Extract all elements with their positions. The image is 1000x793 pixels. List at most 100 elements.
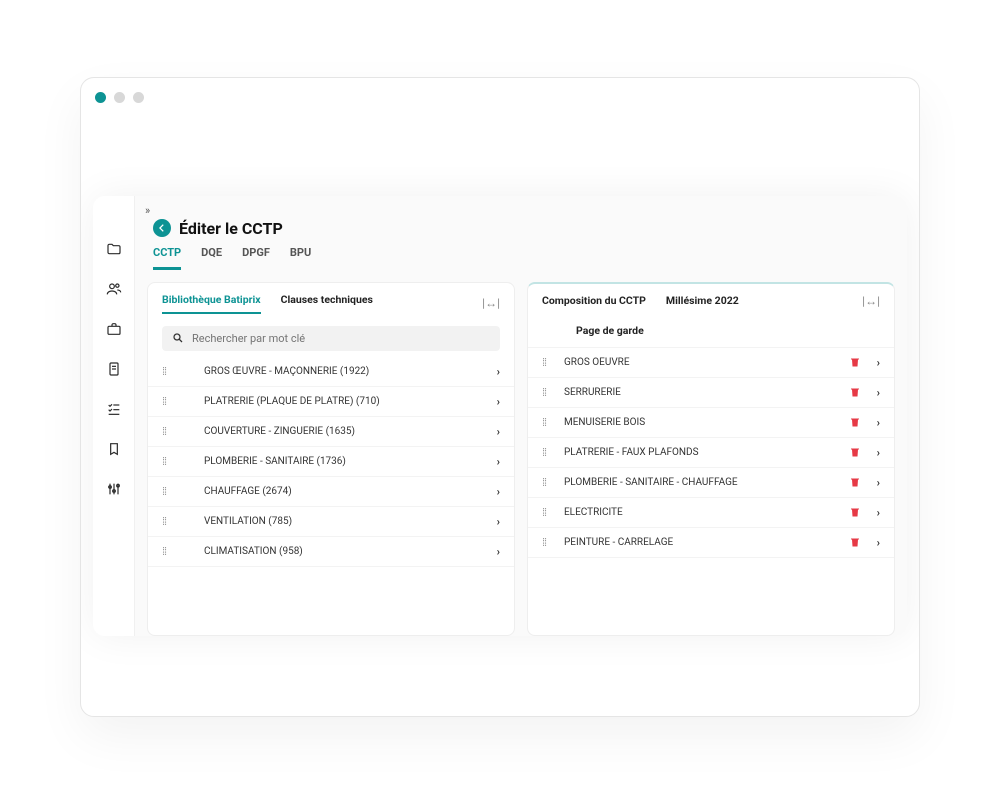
library-panel-header: Bibliothèque Batiprix Clauses techniques…	[148, 283, 514, 320]
window-control-maximize[interactable]	[133, 92, 144, 103]
composition-row-label: PLATRERIE - FAUX PLAFONDS	[562, 447, 839, 458]
library-row[interactable]: ⁞⁞ PLATRERIE (PLAQUE DE PLATRE) (710) ›	[148, 387, 514, 417]
library-row-label: GROS ŒUVRE - MAÇONNERIE (1922)	[182, 366, 487, 377]
checklist-icon[interactable]	[105, 400, 123, 418]
folder-icon[interactable]	[105, 240, 123, 258]
drag-handle-icon[interactable]: ⁞⁞	[542, 476, 552, 489]
chevron-right-icon[interactable]: ›	[877, 356, 880, 369]
search-input[interactable]	[192, 332, 490, 345]
drag-handle-icon[interactable]: ⁞⁞	[542, 446, 552, 459]
library-row-label: CLIMATISATION (958)	[182, 546, 487, 557]
window-control-minimize[interactable]	[114, 92, 125, 103]
library-row[interactable]: ⁞⁞ COUVERTURE - ZINGUERIE (1635) ›	[148, 417, 514, 447]
drag-handle-icon[interactable]: ⁞⁞	[542, 536, 552, 549]
library-list: ⁞⁞ GROS ŒUVRE - MAÇONNERIE (1922) › ⁞⁞ P…	[148, 357, 514, 567]
delete-icon[interactable]	[849, 356, 861, 368]
chevron-right-icon[interactable]: ›	[497, 395, 500, 408]
drag-handle-icon[interactable]: ⁞⁞	[162, 455, 172, 468]
library-row[interactable]: ⁞⁞ PLOMBERIE - SANITAIRE (1736) ›	[148, 447, 514, 477]
search-icon	[172, 332, 184, 344]
window-titlebar	[81, 86, 919, 110]
collapse-icon[interactable]: |↔|	[862, 294, 880, 308]
tab-bpu[interactable]: BPU	[290, 246, 311, 270]
delete-icon[interactable]	[849, 536, 861, 548]
drag-handle-icon[interactable]: ⁞⁞	[542, 416, 552, 429]
composition-row[interactable]: ⁞⁞ PEINTURE - CARRELAGE ›	[528, 528, 894, 558]
library-panel: Bibliothèque Batiprix Clauses techniques…	[147, 282, 515, 636]
chevron-right-icon[interactable]: ›	[497, 425, 500, 438]
library-row[interactable]: ⁞⁞ CLIMATISATION (958) ›	[148, 537, 514, 567]
drag-handle-icon[interactable]: ⁞⁞	[162, 485, 172, 498]
bookmark-icon[interactable]	[105, 440, 123, 458]
library-row-label: COUVERTURE - ZINGUERIE (1635)	[182, 426, 487, 437]
expand-sidebar-icon[interactable]: »	[145, 204, 895, 217]
library-row-label: PLOMBERIE - SANITAIRE (1736)	[182, 456, 487, 467]
chevron-right-icon[interactable]: ›	[497, 515, 500, 528]
drag-handle-icon[interactable]: ⁞⁞	[162, 365, 172, 378]
library-row[interactable]: ⁞⁞ GROS ŒUVRE - MAÇONNERIE (1922) ›	[148, 357, 514, 387]
drag-handle-icon[interactable]: ⁞⁞	[542, 506, 552, 519]
tab-dqe[interactable]: DQE	[201, 246, 222, 270]
composition-row[interactable]: ⁞⁞ GROS OEUVRE ›	[528, 348, 894, 378]
delete-icon[interactable]	[849, 506, 861, 518]
library-row-label: PLATRERIE (PLAQUE DE PLATRE) (710)	[182, 396, 487, 407]
document-icon[interactable]	[105, 360, 123, 378]
cover-page-row[interactable]: Page de garde	[528, 314, 894, 348]
library-tab-clauses[interactable]: Clauses techniques	[281, 293, 373, 314]
drag-handle-icon[interactable]: ⁞⁞	[162, 395, 172, 408]
back-button[interactable]	[153, 219, 171, 237]
composition-row[interactable]: ⁞⁞ SERRURERIE ›	[528, 378, 894, 408]
chevron-right-icon[interactable]: ›	[497, 545, 500, 558]
collapse-icon[interactable]: |↔|	[482, 296, 500, 310]
composition-panel-header: Composition du CCTP Millésime 2022 |↔|	[528, 284, 894, 314]
browser-window: » Éditer le CCTP CCTP DQE DPGF BPU Bi	[80, 77, 920, 717]
window-control-close[interactable]	[95, 92, 106, 103]
composition-row[interactable]: ⁞⁞ ELECTRICITE ›	[528, 498, 894, 528]
drag-handle-icon[interactable]: ⁞⁞	[162, 425, 172, 438]
drag-handle-icon[interactable]: ⁞⁞	[542, 386, 552, 399]
composition-row-label: PLOMBERIE - SANITAIRE - CHAUFFAGE	[562, 477, 839, 488]
tab-dpgf[interactable]: DPGF	[242, 246, 270, 270]
chevron-right-icon[interactable]: ›	[877, 506, 880, 519]
drag-handle-icon[interactable]: ⁞⁞	[162, 515, 172, 528]
briefcase-icon[interactable]	[105, 320, 123, 338]
chevron-right-icon[interactable]: ›	[877, 446, 880, 459]
composition-row[interactable]: ⁞⁞ PLOMBERIE - SANITAIRE - CHAUFFAGE ›	[528, 468, 894, 498]
composition-list: ⁞⁞ GROS OEUVRE › ⁞⁞ SERRURERIE › ⁞	[528, 348, 894, 558]
app-frame: » Éditer le CCTP CCTP DQE DPGF BPU Bi	[93, 196, 907, 636]
chevron-right-icon[interactable]: ›	[877, 416, 880, 429]
tab-cctp[interactable]: CCTP	[153, 246, 181, 270]
chevron-right-icon[interactable]: ›	[877, 536, 880, 549]
library-row-label: CHAUFFAGE (2674)	[182, 486, 487, 497]
composition-row-label: SERRURERIE	[562, 387, 839, 398]
chevron-right-icon[interactable]: ›	[497, 485, 500, 498]
chevron-right-icon[interactable]: ›	[877, 476, 880, 489]
composition-row-label: PEINTURE - CARRELAGE	[562, 537, 839, 548]
composition-row-label: GROS OEUVRE	[562, 357, 839, 368]
delete-icon[interactable]	[849, 416, 861, 428]
drag-handle-icon[interactable]: ⁞⁞	[162, 545, 172, 558]
composition-row[interactable]: ⁞⁞ MENUISERIE BOIS ›	[528, 408, 894, 438]
composition-vintage: Millésime 2022	[666, 294, 739, 307]
library-row-label: VENTILATION (785)	[182, 516, 487, 527]
drag-handle-icon[interactable]: ⁞⁞	[542, 356, 552, 369]
delete-icon[interactable]	[849, 446, 861, 458]
main-content: » Éditer le CCTP CCTP DQE DPGF BPU Bi	[135, 196, 907, 636]
users-icon[interactable]	[105, 280, 123, 298]
main-tabs: CCTP DQE DPGF BPU	[147, 246, 895, 270]
delete-icon[interactable]	[849, 386, 861, 398]
chevron-right-icon[interactable]: ›	[877, 386, 880, 399]
chevron-right-icon[interactable]: ›	[497, 365, 500, 378]
chevron-right-icon[interactable]: ›	[497, 455, 500, 468]
delete-icon[interactable]	[849, 476, 861, 488]
composition-row[interactable]: ⁞⁞ PLATRERIE - FAUX PLAFONDS ›	[528, 438, 894, 468]
composition-row-label: ELECTRICITE	[562, 507, 839, 518]
composition-panel: Composition du CCTP Millésime 2022 |↔| P…	[527, 282, 895, 636]
library-row[interactable]: ⁞⁞ VENTILATION (785) ›	[148, 507, 514, 537]
panels-container: Bibliothèque Batiprix Clauses techniques…	[147, 282, 895, 636]
page-header: Éditer le CCTP	[147, 219, 895, 246]
sliders-icon[interactable]	[105, 480, 123, 498]
library-tab-batiprix[interactable]: Bibliothèque Batiprix	[162, 293, 261, 314]
library-row[interactable]: ⁞⁞ CHAUFFAGE (2674) ›	[148, 477, 514, 507]
search-box[interactable]	[162, 326, 500, 351]
